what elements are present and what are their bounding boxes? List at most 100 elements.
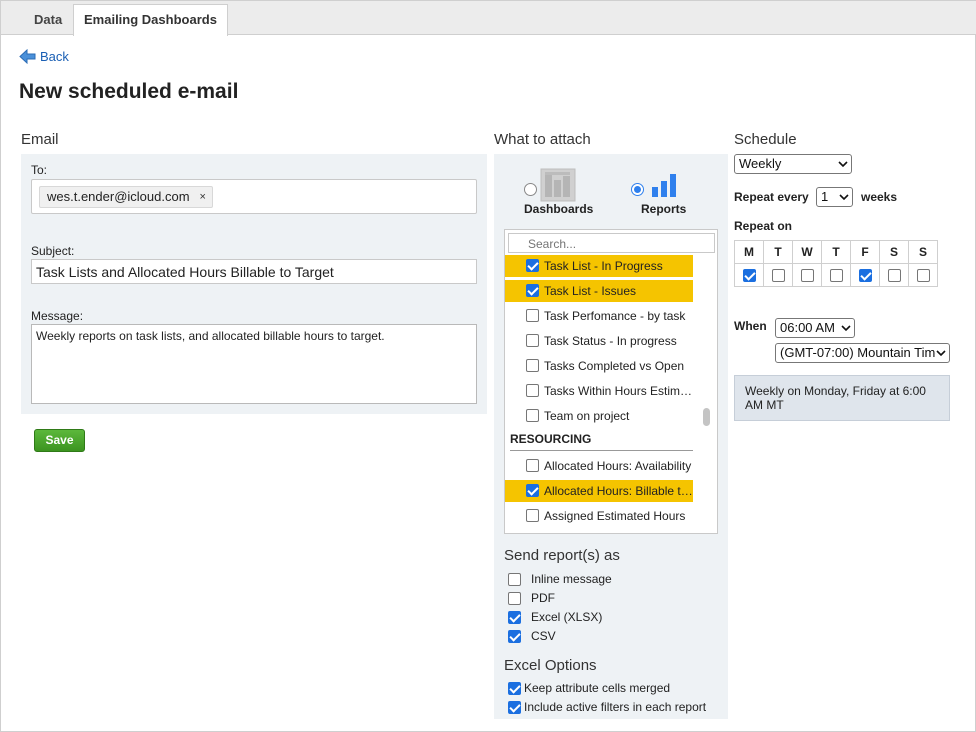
when-label: When xyxy=(734,319,767,333)
frequency-select[interactable]: Weekly xyxy=(734,154,852,174)
day-cell xyxy=(734,263,764,287)
include-filters-option[interactable]: Include active filters in each report xyxy=(508,700,706,714)
excel-checkbox[interactable] xyxy=(508,610,521,624)
chevron-down-icon xyxy=(839,194,849,201)
report-item[interactable]: Allocated Hours: Availability xyxy=(505,455,693,477)
dashboards-label[interactable]: Dashboards xyxy=(524,202,593,216)
repeat-every-select[interactable]: 1 xyxy=(816,187,853,207)
tab-emailing-dashboards[interactable]: Emailing Dashboards xyxy=(73,4,228,36)
report-item[interactable]: Assigned Estimated Hours xyxy=(505,505,693,527)
report-item-label: Assigned Estimated Hours xyxy=(544,509,686,523)
report-item-label: Tasks Completed vs Open xyxy=(544,359,685,373)
report-item-label: Allocated Hours: Billable to Target xyxy=(544,484,693,498)
thursday-checkbox[interactable] xyxy=(829,269,843,282)
report-item[interactable]: Allocated Hours: Billable to Target xyxy=(505,480,693,502)
friday-checkbox[interactable] xyxy=(858,269,872,282)
keep-merged-label: Keep attribute cells merged xyxy=(524,681,671,695)
report-item-label: Tasks Within Hours Estimate xyxy=(544,384,693,398)
send-as-inline[interactable]: Inline message xyxy=(508,572,612,586)
email-heading: Email xyxy=(21,131,59,148)
recipient-chip: wes.t.ender@icloud.com × xyxy=(39,186,213,208)
report-checkbox[interactable] xyxy=(526,384,539,397)
send-as-pdf[interactable]: PDF xyxy=(508,591,555,605)
report-item-label: Allocated Hours: Availability xyxy=(544,459,692,473)
repeat-every-value: 1 xyxy=(821,189,829,204)
schedule-summary: Weekly on Monday, Friday at 6:00 AM MT xyxy=(734,375,950,421)
dashboard-icon xyxy=(540,168,576,202)
report-item-label: Task Status - In progress xyxy=(544,334,677,348)
report-checkbox[interactable] xyxy=(526,459,539,472)
schedule-heading: Schedule xyxy=(734,131,797,148)
back-label: Back xyxy=(40,49,69,64)
repeat-unit-label: weeks xyxy=(861,190,898,204)
report-item[interactable]: Task Perfomance - by task xyxy=(505,305,693,327)
to-field[interactable]: wes.t.ender@icloud.com × xyxy=(31,179,477,214)
group-header-resourcing: RESOURCING xyxy=(510,429,693,451)
keep-merged-option[interactable]: Keep attribute cells merged xyxy=(508,681,670,695)
day-header: T xyxy=(763,240,793,264)
report-item-label: Task List - In Progress xyxy=(544,259,663,273)
message-textarea[interactable]: Weekly reports on task lists, and alloca… xyxy=(31,324,477,404)
report-checkbox[interactable] xyxy=(526,484,539,497)
back-arrow-icon xyxy=(19,49,36,64)
subject-input[interactable] xyxy=(31,259,477,284)
bar-chart-icon xyxy=(652,174,676,197)
send-as-excel[interactable]: Excel (XLSX) xyxy=(508,610,602,624)
report-checkbox[interactable] xyxy=(526,334,539,347)
save-button[interactable]: Save xyxy=(34,429,85,452)
tab-data[interactable]: Data xyxy=(23,4,73,35)
remove-recipient-icon[interactable]: × xyxy=(200,187,206,207)
report-checkbox[interactable] xyxy=(526,509,539,522)
reports-radio[interactable] xyxy=(631,183,644,196)
subject-label: Subject: xyxy=(31,244,75,258)
report-checkbox[interactable] xyxy=(526,409,539,422)
inline-checkbox[interactable] xyxy=(508,572,521,586)
report-item[interactable]: Task Status - In progress xyxy=(505,330,693,352)
report-checkbox[interactable] xyxy=(526,259,539,272)
list-scrollbar[interactable] xyxy=(703,408,710,426)
report-item[interactable]: Tasks Completed vs Open xyxy=(505,355,693,377)
day-cell xyxy=(792,263,822,287)
report-checkbox[interactable] xyxy=(526,359,539,372)
excel-options-heading: Excel Options xyxy=(504,657,597,674)
sunday-checkbox[interactable] xyxy=(916,269,930,282)
chevron-down-icon xyxy=(838,161,848,168)
window-frame: Data Emailing Dashboards Back New schedu… xyxy=(0,0,976,732)
csv-checkbox[interactable] xyxy=(508,629,521,643)
report-search-input[interactable] xyxy=(508,233,715,253)
tuesday-checkbox[interactable] xyxy=(771,269,785,282)
pdf-checkbox[interactable] xyxy=(508,591,521,605)
report-item-label: Task List - Issues xyxy=(544,284,637,298)
day-header: S xyxy=(879,240,909,264)
timezone-value: (GMT-07:00) Mountain Time xyxy=(780,345,943,360)
back-link[interactable]: Back xyxy=(19,49,69,64)
day-header: T xyxy=(821,240,851,264)
email-panel: To: wes.t.ender@icloud.com × Subject: Me… xyxy=(21,154,487,414)
attach-heading: What to attach xyxy=(494,131,591,148)
send-as-csv[interactable]: CSV xyxy=(508,629,556,643)
report-checkbox[interactable] xyxy=(526,309,539,322)
keep-merged-checkbox[interactable] xyxy=(508,681,521,695)
include-filters-checkbox[interactable] xyxy=(508,700,521,714)
timezone-select[interactable]: (GMT-07:00) Mountain Time xyxy=(775,343,950,363)
report-checkbox[interactable] xyxy=(526,284,539,297)
monday-checkbox[interactable] xyxy=(742,269,756,282)
day-cell xyxy=(821,263,851,287)
message-label: Message: xyxy=(31,309,84,323)
excel-label: Excel (XLSX) xyxy=(531,610,603,624)
report-item[interactable]: Tasks Within Hours Estimate xyxy=(505,380,693,402)
tab-bar: Data Emailing Dashboards xyxy=(1,1,976,36)
day-cell xyxy=(908,263,938,287)
time-select[interactable]: 06:00 AM xyxy=(775,318,855,338)
reports-label[interactable]: Reports xyxy=(641,202,686,216)
recipient-email: wes.t.ender@icloud.com xyxy=(47,189,190,204)
report-item[interactable]: Team on project xyxy=(505,405,693,427)
saturday-checkbox[interactable] xyxy=(887,269,901,282)
day-cell xyxy=(763,263,793,287)
report-item[interactable]: Task List - Issues xyxy=(505,280,693,302)
report-item[interactable]: Task List - In Progress xyxy=(505,255,693,277)
report-list[interactable]: Task List - In Progress Task List - Issu… xyxy=(504,229,718,534)
repeat-on-days: M T W T F S S xyxy=(734,240,938,287)
wednesday-checkbox[interactable] xyxy=(800,269,814,282)
dashboards-radio[interactable] xyxy=(524,183,537,196)
